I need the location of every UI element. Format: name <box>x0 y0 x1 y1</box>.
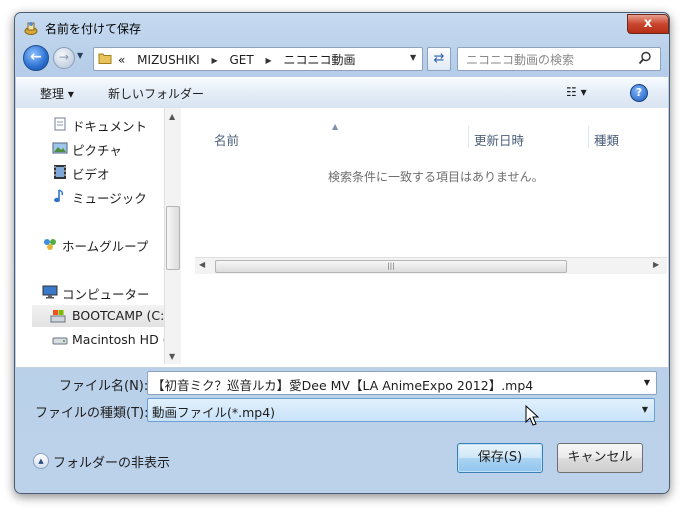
nav-item-videos[interactable]: ビデオ <box>16 161 164 183</box>
homegroup-icon <box>44 239 56 250</box>
hide-folders-label: フォルダーの非表示 <box>53 456 171 471</box>
navigation-scrollbar[interactable]: ▲ ▼ <box>164 108 181 364</box>
breadcrumb-mizushiki[interactable]: MIZUSHIKI <box>137 53 199 67</box>
filetype-select[interactable]: 動画ファイル(*.mp4) ▼ <box>147 398 655 422</box>
sort-up-icon: ▲ <box>332 122 339 131</box>
file-list[interactable]: ▲ 名前 更新日時 種類 検索条件に一致する項目はありません。 <box>182 108 668 364</box>
help-icon[interactable]: ? <box>630 84 648 102</box>
nav-item-computer[interactable]: コンピューター <box>16 281 164 303</box>
browser-area: ドキュメント ピクチャ ビデオ ミュージック ホームグループ コンピューター B… <box>16 108 668 368</box>
breadcrumb-niconico[interactable]: ニコニコ動画 <box>284 51 356 68</box>
back-arrow-icon: ← <box>30 49 42 65</box>
scroll-down-icon[interactable]: ▼ <box>169 352 175 361</box>
scroll-thumb[interactable] <box>166 206 180 270</box>
navigation-pane[interactable]: ドキュメント ピクチャ ビデオ ミュージック ホームグループ コンピューター B… <box>16 108 164 364</box>
filetype-label: ファイルの種類(T): <box>35 406 149 421</box>
breadcrumb-overflow[interactable]: « <box>118 53 125 67</box>
window-title: 名前を付けて保存 <box>45 22 142 36</box>
address-bar[interactable]: « MIZUSHIKI ▶ GET ▶ ニコニコ動画 ▼ <box>93 47 423 71</box>
mouse-pointer-icon <box>525 405 539 426</box>
recent-locations-dropdown[interactable]: ▼ <box>77 51 87 63</box>
computer-icon <box>42 285 58 299</box>
scroll-thumb[interactable]: ||| <box>215 260 567 273</box>
nav-item-label: ミュージック <box>72 191 147 206</box>
breadcrumb-get[interactable]: GET <box>229 53 253 67</box>
search-input[interactable]: ニコニコ動画の検索 <box>466 51 574 68</box>
forward-button[interactable]: → <box>53 47 75 69</box>
app-icon <box>24 22 38 35</box>
refresh-icon: ⇄ <box>433 51 445 66</box>
search-box[interactable]: ニコニコ動画の検索 <box>457 47 661 71</box>
save-button[interactable]: 保存(S) <box>457 443 543 473</box>
nav-item-label: ホームグループ <box>62 239 149 254</box>
chevron-right-icon[interactable]: ▶ <box>266 56 272 65</box>
nav-item-label: ピクチャ <box>72 143 122 158</box>
title-bar[interactable]: 名前を付けて保存 x <box>15 13 669 43</box>
close-icon: x <box>643 16 653 31</box>
view-options-button[interactable]: ☷ ▾ <box>566 85 587 99</box>
column-header-modified[interactable]: 更新日時 <box>474 130 524 149</box>
column-divider[interactable] <box>468 126 469 148</box>
nav-item-macintosh-hd[interactable]: Macintosh HD ( <box>16 329 164 351</box>
nav-item-documents[interactable]: ドキュメント <box>16 113 164 135</box>
nav-item-homegroup[interactable]: ホームグループ <box>16 233 164 255</box>
column-divider[interactable] <box>588 126 589 148</box>
chevron-down-icon[interactable]: ▼ <box>410 53 416 62</box>
refresh-button[interactable]: ⇄ <box>427 47 451 71</box>
empty-message: 検索条件に一致する項目はありません。 <box>328 170 544 184</box>
folder-icon <box>98 53 112 64</box>
filename-field[interactable]: 【初音ミク？巡音ルカ】愛Dee MV【LA AnimeExpo 2012】.mp… <box>147 371 657 395</box>
forward-arrow-icon: → <box>58 50 70 64</box>
column-header-name[interactable]: 名前 <box>214 130 239 149</box>
scroll-right-icon[interactable]: ▶ <box>653 260 659 269</box>
chevron-right-icon[interactable]: ▶ <box>211 56 217 65</box>
nav-item-label: BOOTCAMP (C: <box>72 308 164 323</box>
new-folder-button[interactable]: 新しいフォルダー <box>108 85 204 102</box>
scroll-up-icon[interactable]: ▲ <box>169 112 175 121</box>
save-as-dialog: 名前を付けて保存 x ← → ▼ « MIZUSHIKI ▶ GET ▶ ニコニ… <box>14 12 670 494</box>
chevron-down-icon[interactable]: ▼ <box>642 405 648 414</box>
videos-icon <box>54 165 66 179</box>
filename-input[interactable]: 【初音ミク？巡音ルカ】愛Dee MV【LA AnimeExpo 2012】.mp… <box>152 375 533 394</box>
nav-item-bootcamp[interactable]: BOOTCAMP (C: <box>32 305 164 327</box>
scroll-left-icon[interactable]: ◀ <box>199 260 205 269</box>
chevron-up-icon: ▲ <box>33 453 49 469</box>
music-icon <box>54 189 64 203</box>
close-button[interactable]: x <box>627 14 669 34</box>
back-button[interactable]: ← <box>23 45 49 71</box>
command-bar: 整理 ▾ 新しいフォルダー ☷ ▾ ? <box>16 77 668 109</box>
file-list-scrollbar[interactable]: ◀ ||| ▶ <box>195 257 667 274</box>
breadcrumb: « MIZUSHIKI ▶ GET ▶ ニコニコ動画 <box>118 51 356 68</box>
organize-menu[interactable]: 整理 ▾ <box>40 85 74 102</box>
nav-item-pictures[interactable]: ピクチャ <box>16 137 164 159</box>
cancel-button[interactable]: キャンセル <box>557 443 643 473</box>
pictures-icon <box>52 142 68 154</box>
search-icon[interactable] <box>638 51 652 65</box>
nav-item-label: ドキュメント <box>72 119 148 134</box>
hard-disk-icon <box>52 337 68 345</box>
nav-item-label: Macintosh HD ( <box>72 332 164 347</box>
chevron-down-icon[interactable]: ▼ <box>644 378 650 387</box>
nav-item-label: ビデオ <box>72 167 110 182</box>
filetype-selected: 動画ファイル(*.mp4) <box>152 405 276 420</box>
nav-item-music[interactable]: ミュージック <box>16 185 164 207</box>
drive-icon <box>50 310 66 323</box>
nav-item-label: コンピューター <box>62 287 150 302</box>
documents-icon <box>54 117 66 131</box>
column-header-type[interactable]: 種類 <box>594 130 619 149</box>
filename-label: ファイル名(N): <box>59 379 149 394</box>
